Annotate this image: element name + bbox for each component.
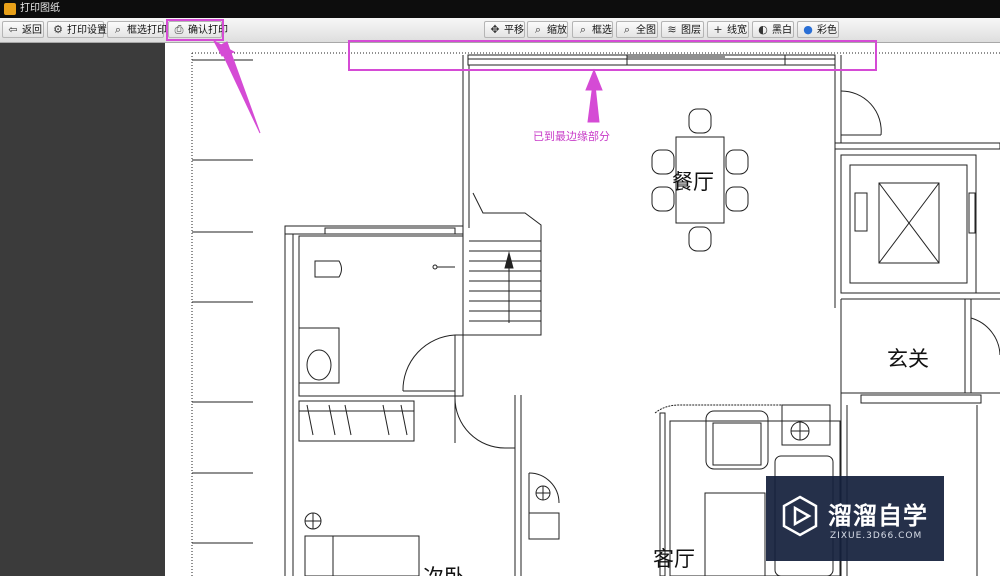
watermark: 溜溜自学 ZIXUE.3D66.COM xyxy=(766,476,944,561)
play-logo-icon xyxy=(782,495,818,537)
arrow-to-confirm xyxy=(218,41,261,134)
arrow-head-edge xyxy=(585,68,603,91)
watermark-name: 溜溜自学 xyxy=(828,502,928,530)
watermark-url: ZIXUE.3D66.COM xyxy=(830,531,923,541)
edge-note: 已到最边缘部分 xyxy=(533,130,610,143)
